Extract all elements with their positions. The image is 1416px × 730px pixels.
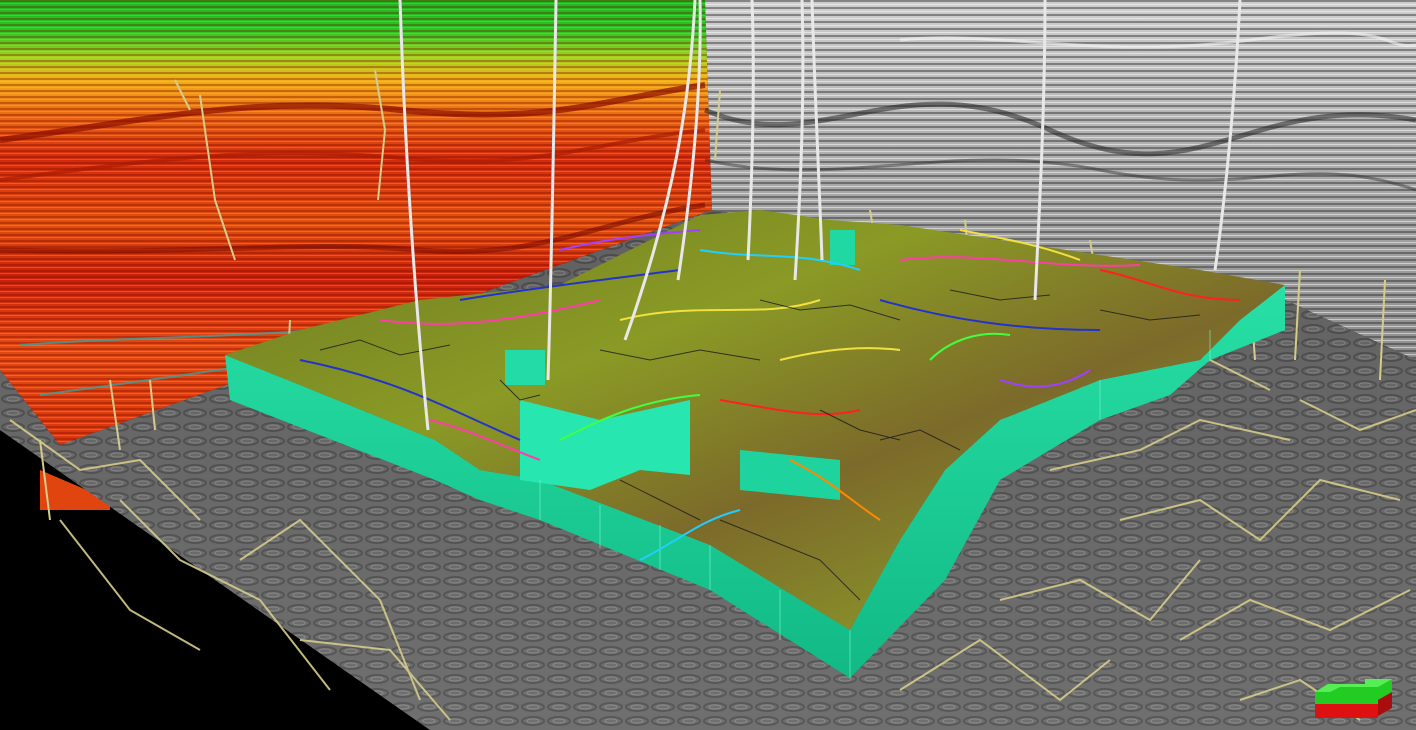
3d-viewport[interactable] bbox=[0, 0, 1416, 730]
3d-scene[interactable] bbox=[0, 0, 1416, 730]
